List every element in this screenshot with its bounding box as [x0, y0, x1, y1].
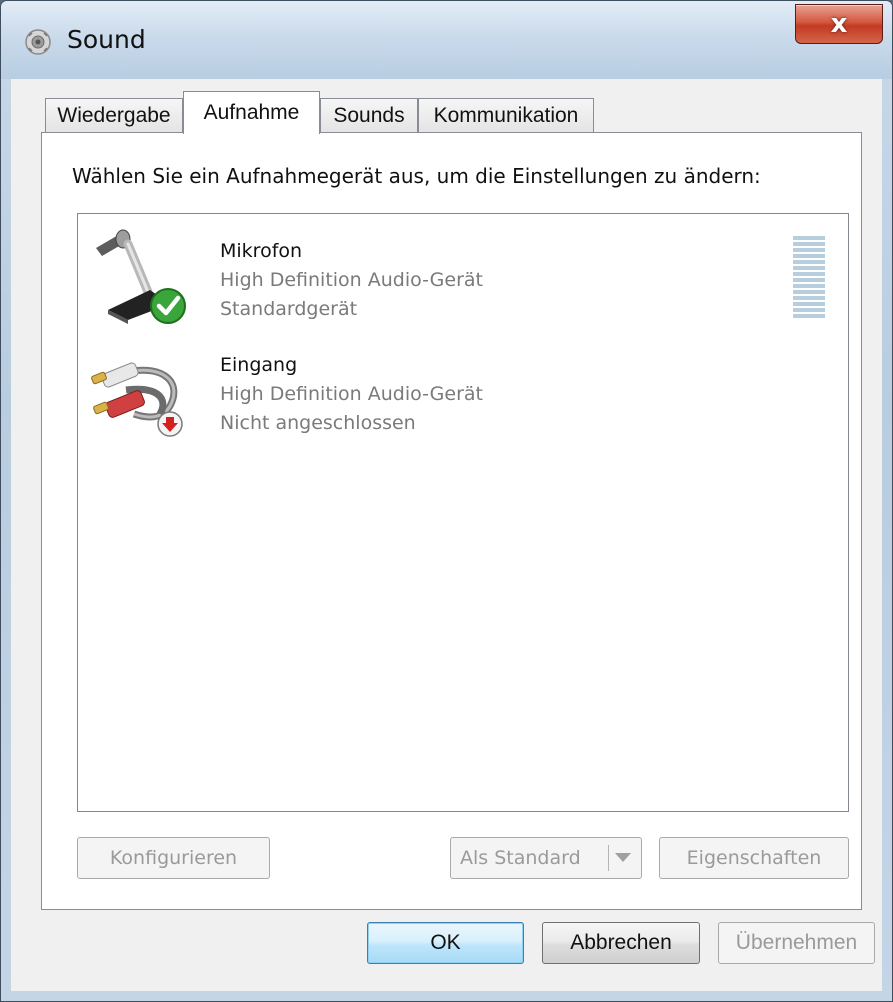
tab-aufnahme[interactable]: Aufnahme [183, 91, 320, 134]
tab-sounds[interactable]: Sounds [320, 98, 418, 132]
close-button[interactable]: x [795, 4, 883, 44]
device-status: Standardgerät [220, 298, 358, 320]
device-status: Nicht angeschlossen [220, 412, 416, 434]
level-meter [793, 236, 825, 324]
set-default-label: Als Standard [460, 847, 581, 869]
cancel-button[interactable]: Abbrechen [542, 922, 700, 964]
close-icon: x [830, 9, 848, 39]
device-item-eingang[interactable]: Eingang High Definition Audio-Gerät Nich… [78, 334, 848, 444]
properties-button[interactable]: Eigenschaften [659, 837, 849, 879]
chevron-down-icon[interactable] [615, 853, 631, 862]
configure-button[interactable]: Konfigurieren [77, 837, 270, 879]
dialog-client-area: Wiedergabe Aufnahme Sounds Kommunikation… [11, 79, 882, 991]
tab-panel-aufnahme: Wählen Sie ein Aufnahmegerät aus, um die… [41, 132, 862, 910]
device-name: Mikrofon [220, 240, 303, 262]
window-title: Sound [67, 25, 146, 54]
rca-cable-icon [91, 362, 183, 437]
apply-button[interactable]: Übernehmen [718, 922, 875, 964]
device-name: Eingang [220, 354, 298, 376]
split-divider [608, 845, 609, 871]
title-bar[interactable]: Sound x [1, 1, 892, 79]
microphone-icon [96, 229, 186, 324]
green-check-badge [150, 288, 186, 324]
device-driver: High Definition Audio-Gerät [220, 383, 483, 405]
device-list[interactable]: Mikrofon High Definition Audio-Gerät Sta… [77, 213, 849, 812]
red-down-arrow-badge [157, 411, 183, 437]
sound-dialog: Sound x Wiedergabe Aufnahme Sounds Kommu… [0, 0, 893, 1002]
instruction-text: Wählen Sie ein Aufnahmegerät aus, um die… [72, 164, 761, 188]
tab-wiedergabe[interactable]: Wiedergabe [45, 98, 183, 132]
tab-kommunikation[interactable]: Kommunikation [418, 98, 594, 132]
speaker-icon [25, 29, 51, 55]
ok-button[interactable]: OK [367, 922, 524, 964]
device-driver: High Definition Audio-Gerät [220, 269, 483, 291]
set-default-button[interactable]: Als Standard [450, 837, 642, 879]
device-item-mikrofon[interactable]: Mikrofon High Definition Audio-Gerät Sta… [78, 220, 848, 330]
